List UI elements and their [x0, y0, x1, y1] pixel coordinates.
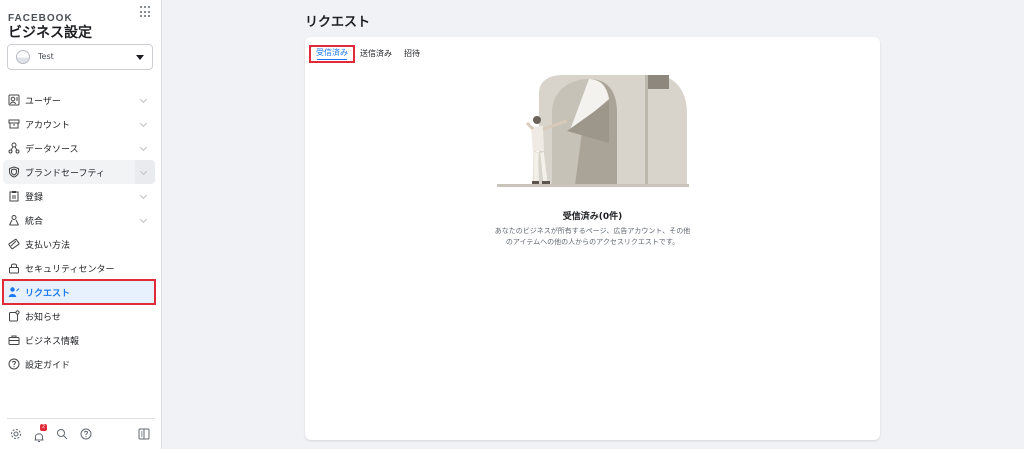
sidebar-item-label: ユーザー: [25, 97, 61, 107]
account-selector[interactable]: Test: [7, 44, 153, 70]
sidebar-item-label: 統合: [25, 217, 44, 227]
sidebar-item-label: 登録: [25, 193, 44, 203]
sidebar-item-setup-guide[interactable]: 設定ガイド: [3, 352, 155, 376]
search-icon[interactable]: [56, 428, 68, 440]
empty-state-description-line: のアイテムへの他の人からのアクセスリクエストです。: [505, 238, 680, 246]
notification-icon: [9, 310, 20, 322]
sidebar-item-integrations[interactable]: 統合: [3, 208, 155, 232]
sidebar-item-accounts[interactable]: アカウント: [3, 112, 155, 136]
bell-button[interactable]: 2: [33, 424, 47, 442]
main-title: リクエスト: [305, 15, 371, 30]
sidebar-item-security-center[interactable]: セキュリティセンター: [3, 256, 155, 280]
sidebar-nav: ユーザー アカウント データソース ブランドセーフティ 登録 統合 支払い方法 …: [0, 88, 162, 376]
sidebar-item-label: 設定ガイド: [25, 361, 71, 371]
tab-invitations[interactable]: 招待: [400, 45, 424, 63]
lock-icon: [9, 263, 19, 274]
sidebar-item-label: リクエスト: [25, 289, 71, 299]
sidebar-item-label: データソース: [25, 145, 79, 155]
requests-card: 受信済み 送信済み 招待 受信済み(0件) あなたのビジネスが所有するページ、広…: [305, 37, 880, 440]
avatar: [16, 50, 30, 64]
sidebar-item-notifications[interactable]: お知らせ: [3, 304, 155, 328]
empty-state-title: 受信済み(0件): [562, 212, 623, 222]
caret-down-icon: [136, 55, 144, 60]
sidebar-item-brand-safety[interactable]: ブランドセーフティ: [3, 160, 155, 184]
integrations-icon: [9, 215, 19, 226]
brand-row: FACEBOOK: [8, 6, 154, 24]
sidebar: FACEBOOK ビジネス設定 Test ユーザー アカウント データソース ブ…: [0, 0, 162, 449]
sidebar-item-label: セキュリティセンター: [25, 265, 115, 275]
sidebar-item-data-sources[interactable]: データソース: [3, 136, 155, 160]
shield-icon: [9, 166, 19, 178]
tab-sent[interactable]: 送信済み: [358, 45, 394, 63]
account-name: Test: [38, 52, 54, 61]
sidebar-item-label: ビジネス情報: [25, 337, 80, 347]
sidebar-item-users[interactable]: ユーザー: [3, 88, 155, 112]
sidebar-item-registration[interactable]: 登録: [3, 184, 155, 208]
chevron-down-icon: [139, 119, 148, 128]
briefcase-icon: [8, 335, 20, 345]
sidebar-item-label: ブランドセーフティ: [25, 169, 105, 179]
help-icon[interactable]: [80, 428, 92, 440]
users-icon: [8, 94, 20, 106]
empty-state-description: あなたのビジネスが所有するページ、広告アカウント、その他 のアイテムへの他の人か…: [477, 226, 708, 248]
bell-icon: [34, 433, 44, 442]
chevron-down-icon: [139, 143, 148, 152]
person-request-icon: [8, 287, 20, 297]
apps-grid-icon[interactable]: [140, 6, 152, 18]
empty-state-illustration: [497, 75, 689, 187]
sidebar-toggle-icon[interactable]: [138, 428, 150, 440]
chevron-down-icon: [139, 215, 148, 224]
sidebar-item-label: お知らせ: [25, 313, 61, 323]
tab-received[interactable]: 受信済み: [309, 45, 355, 63]
help-icon: [8, 358, 20, 370]
sidebar-footer: 2: [7, 418, 155, 448]
page-title: ビジネス設定: [8, 25, 92, 41]
empty-state-description-line: あなたのビジネスが所有するページ、広告アカウント、その他: [494, 227, 691, 235]
sidebar-item-label: 支払い方法: [25, 241, 71, 251]
data-sources-icon: [8, 142, 20, 154]
gear-icon[interactable]: [10, 428, 22, 440]
credit-card-icon: [8, 238, 20, 250]
accounts-icon: [8, 119, 20, 129]
notification-badge: 2: [40, 424, 47, 431]
sidebar-item-payment-methods[interactable]: 支払い方法: [3, 232, 155, 256]
sidebar-item-requests[interactable]: リクエスト: [2, 279, 156, 305]
chevron-down-icon: [139, 191, 148, 200]
chevron-down-icon: [139, 95, 148, 104]
clipboard-icon: [9, 191, 19, 202]
sidebar-item-business-info[interactable]: ビジネス情報: [3, 328, 155, 352]
sidebar-item-label: アカウント: [25, 121, 71, 131]
